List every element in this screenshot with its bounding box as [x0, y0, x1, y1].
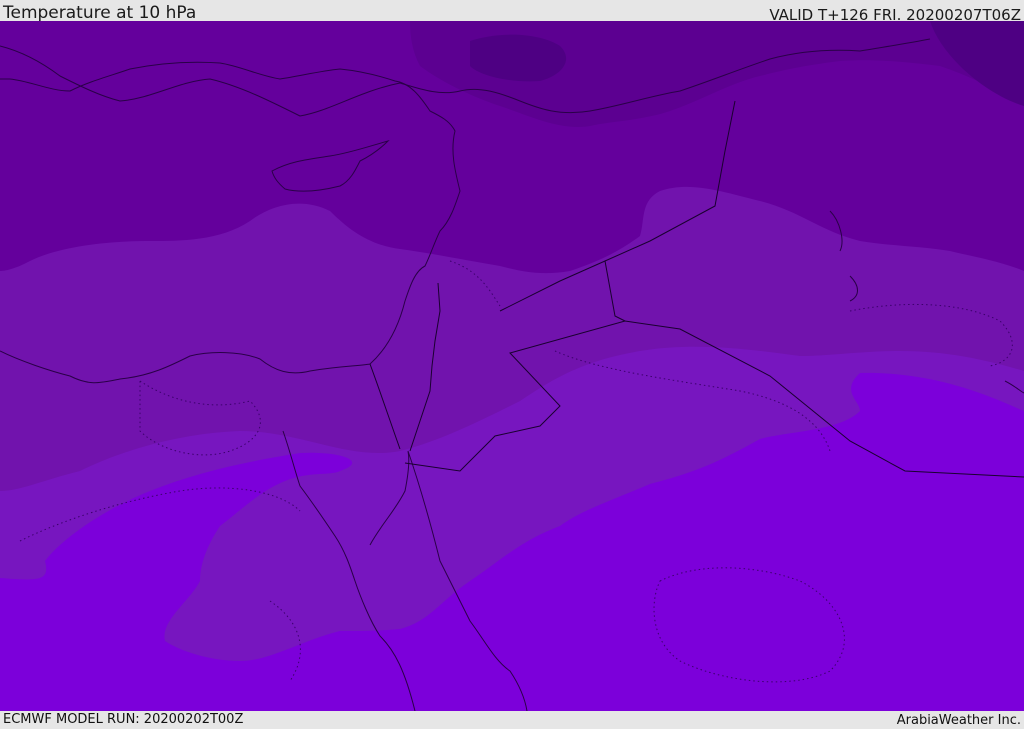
header-bar: Temperature at 10 hPa VALID T+126 FRI. 2…	[0, 0, 1024, 24]
model-run-label: ECMWF MODEL RUN: 20200202T00Z	[3, 712, 244, 727]
weather-map-frame: Temperature at 10 hPa VALID T+126 FRI. 2…	[0, 0, 1024, 729]
temperature-map	[0, 21, 1024, 711]
footer-bar: ECMWF MODEL RUN: 20200202T00Z ArabiaWeat…	[0, 711, 1024, 729]
credit-label: ArabiaWeather Inc.	[896, 713, 1021, 728]
map-canvas	[0, 21, 1024, 711]
map-title: Temperature at 10 hPa	[3, 3, 197, 23]
